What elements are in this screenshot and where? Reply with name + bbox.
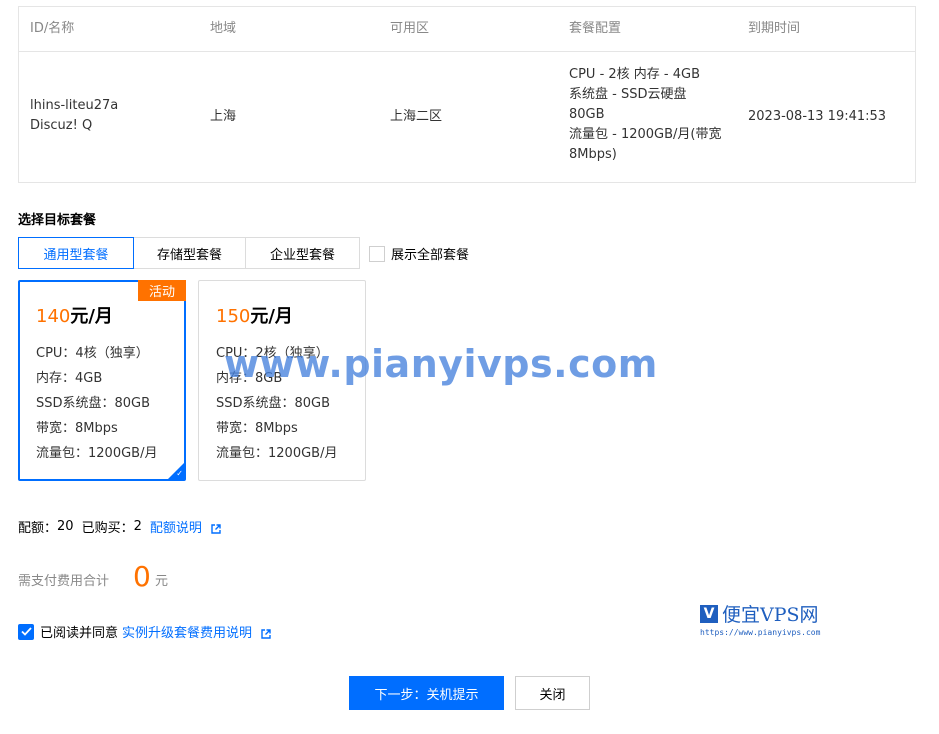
quota-help-link[interactable]: 配额说明: [150, 517, 221, 536]
spec-traffic: 流量包：1200GB/月: [36, 446, 158, 461]
external-link-icon: [211, 523, 221, 534]
v-logo-icon: V: [700, 604, 718, 623]
header-plan-config: 套餐配置: [569, 21, 622, 36]
table-row-id-cell: lhins-liteu27a Discuz! Q: [30, 96, 118, 136]
total-label: 需支付费用合计: [18, 574, 110, 589]
config-line: 8Mbps): [569, 147, 617, 162]
bought-value: 2: [133, 519, 142, 534]
total-unit: 元: [155, 574, 169, 589]
spec-cpu: CPU：4核（独享）: [36, 346, 149, 361]
upgrade-fee-link-text: 实例升级套餐费用说明: [122, 626, 253, 641]
spec-bandwidth: 带宽：8Mbps: [36, 421, 118, 436]
plan-price-value: 140: [36, 306, 71, 327]
watermark-brand: 便宜VPS网: [722, 604, 819, 626]
upgrade-plan-dialog: ID/名称 地域 可用区 套餐配置 到期时间 lhins-liteu27a Di…: [0, 0, 939, 734]
config-line: CPU - 2核 内存 - 4GB: [569, 67, 701, 82]
quota-info: 配额： 20 已购买： 2 配额说明: [18, 517, 221, 536]
instance-config: CPU - 2核 内存 - 4GB 系统盘 - SSD云硬盘 80GB 流量包 …: [569, 65, 721, 165]
plan-price-value: 150: [216, 306, 251, 327]
plan-card-140[interactable]: 活动 140元/月 CPU：4核（独享） 内存：4GB SSD系统盘：80GB …: [18, 280, 186, 481]
quota-help-link-text: 配额说明: [149, 521, 202, 536]
bought-label: 已购买：: [81, 521, 134, 536]
spec-disk: SSD系统盘：80GB: [216, 396, 331, 411]
config-line: 系统盘 - SSD云硬盘: [569, 87, 687, 102]
config-line: 流量包 - 1200GB/月(带宽: [569, 127, 722, 142]
promo-badge: 活动: [138, 280, 186, 301]
instance-zone: 上海二区: [390, 109, 443, 124]
agreement: 已阅读并同意 实例升级套餐费用说明: [18, 622, 271, 641]
agree-text: 已阅读并同意: [40, 626, 119, 641]
close-button[interactable]: 关闭: [515, 676, 590, 710]
show-all-label: 展示全部套餐: [391, 248, 470, 263]
instance-id: lhins-liteu27a: [30, 98, 119, 113]
spec-memory: 内存：8GB: [216, 371, 283, 386]
plan-price-unit: 元/月: [250, 306, 293, 327]
check-icon: ✓: [176, 469, 183, 478]
spec-cpu: CPU：2核（独享）: [216, 346, 329, 361]
spec-traffic: 流量包：1200GB/月: [216, 446, 338, 461]
spec-bandwidth: 带宽：8Mbps: [216, 421, 298, 436]
show-all-checkbox[interactable]: [369, 245, 385, 262]
tab-general[interactable]: 通用型套餐: [18, 237, 134, 269]
instance-expire: 2023-08-13 19:41:53: [748, 109, 887, 124]
spec-memory: 内存：4GB: [36, 371, 103, 386]
agree-checkbox[interactable]: [18, 623, 34, 640]
spec-disk: SSD系统盘：80GB: [36, 396, 151, 411]
tab-enterprise[interactable]: 企业型套餐: [246, 237, 360, 269]
show-all-plans-toggle[interactable]: 展示全部套餐: [369, 244, 469, 263]
plan-price: 140元/月: [36, 302, 113, 328]
plan-specs: CPU：4核（独享） 内存：4GB SSD系统盘：80GB 带宽：8Mbps 流…: [36, 341, 157, 466]
instance-name: Discuz! Q: [30, 118, 93, 133]
header-expire: 到期时间: [748, 21, 801, 36]
upgrade-fee-link[interactable]: 实例升级套餐费用说明: [122, 622, 271, 641]
header-zone: 可用区: [390, 21, 430, 36]
external-link-icon: [261, 628, 271, 639]
table-header: ID/名称 地域 可用区 套餐配置 到期时间: [19, 7, 915, 52]
instance-table: ID/名称 地域 可用区 套餐配置 到期时间 lhins-liteu27a Di…: [18, 6, 916, 183]
watermark-url: https://www.pianyivps.com: [700, 628, 821, 637]
plan-price-unit: 元/月: [70, 306, 113, 327]
check-icon: [20, 627, 32, 636]
watermark-logo: V 便宜VPS网 https://www.pianyivps.com: [700, 600, 820, 637]
next-step-button[interactable]: 下一步：关机提示: [349, 676, 504, 710]
select-plan-title: 选择目标套餐: [18, 213, 97, 228]
quota-value: 20: [57, 519, 74, 534]
tab-storage[interactable]: 存储型套餐: [134, 237, 246, 269]
plan-specs: CPU：2核（独享） 内存：8GB SSD系统盘：80GB 带宽：8Mbps 流…: [216, 341, 337, 466]
plan-price: 150元/月: [216, 302, 293, 328]
config-line: 80GB: [569, 107, 605, 122]
header-id-name: ID/名称: [30, 21, 75, 36]
plan-type-tabs: 通用型套餐 存储型套餐 企业型套餐: [18, 237, 360, 269]
total-value: 0: [133, 560, 151, 593]
instance-region: 上海: [210, 109, 237, 124]
plan-card-150[interactable]: 150元/月 CPU：2核（独享） 内存：8GB SSD系统盘：80GB 带宽：…: [198, 280, 366, 481]
header-region: 地域: [210, 21, 237, 36]
quota-label: 配额：: [18, 521, 58, 536]
